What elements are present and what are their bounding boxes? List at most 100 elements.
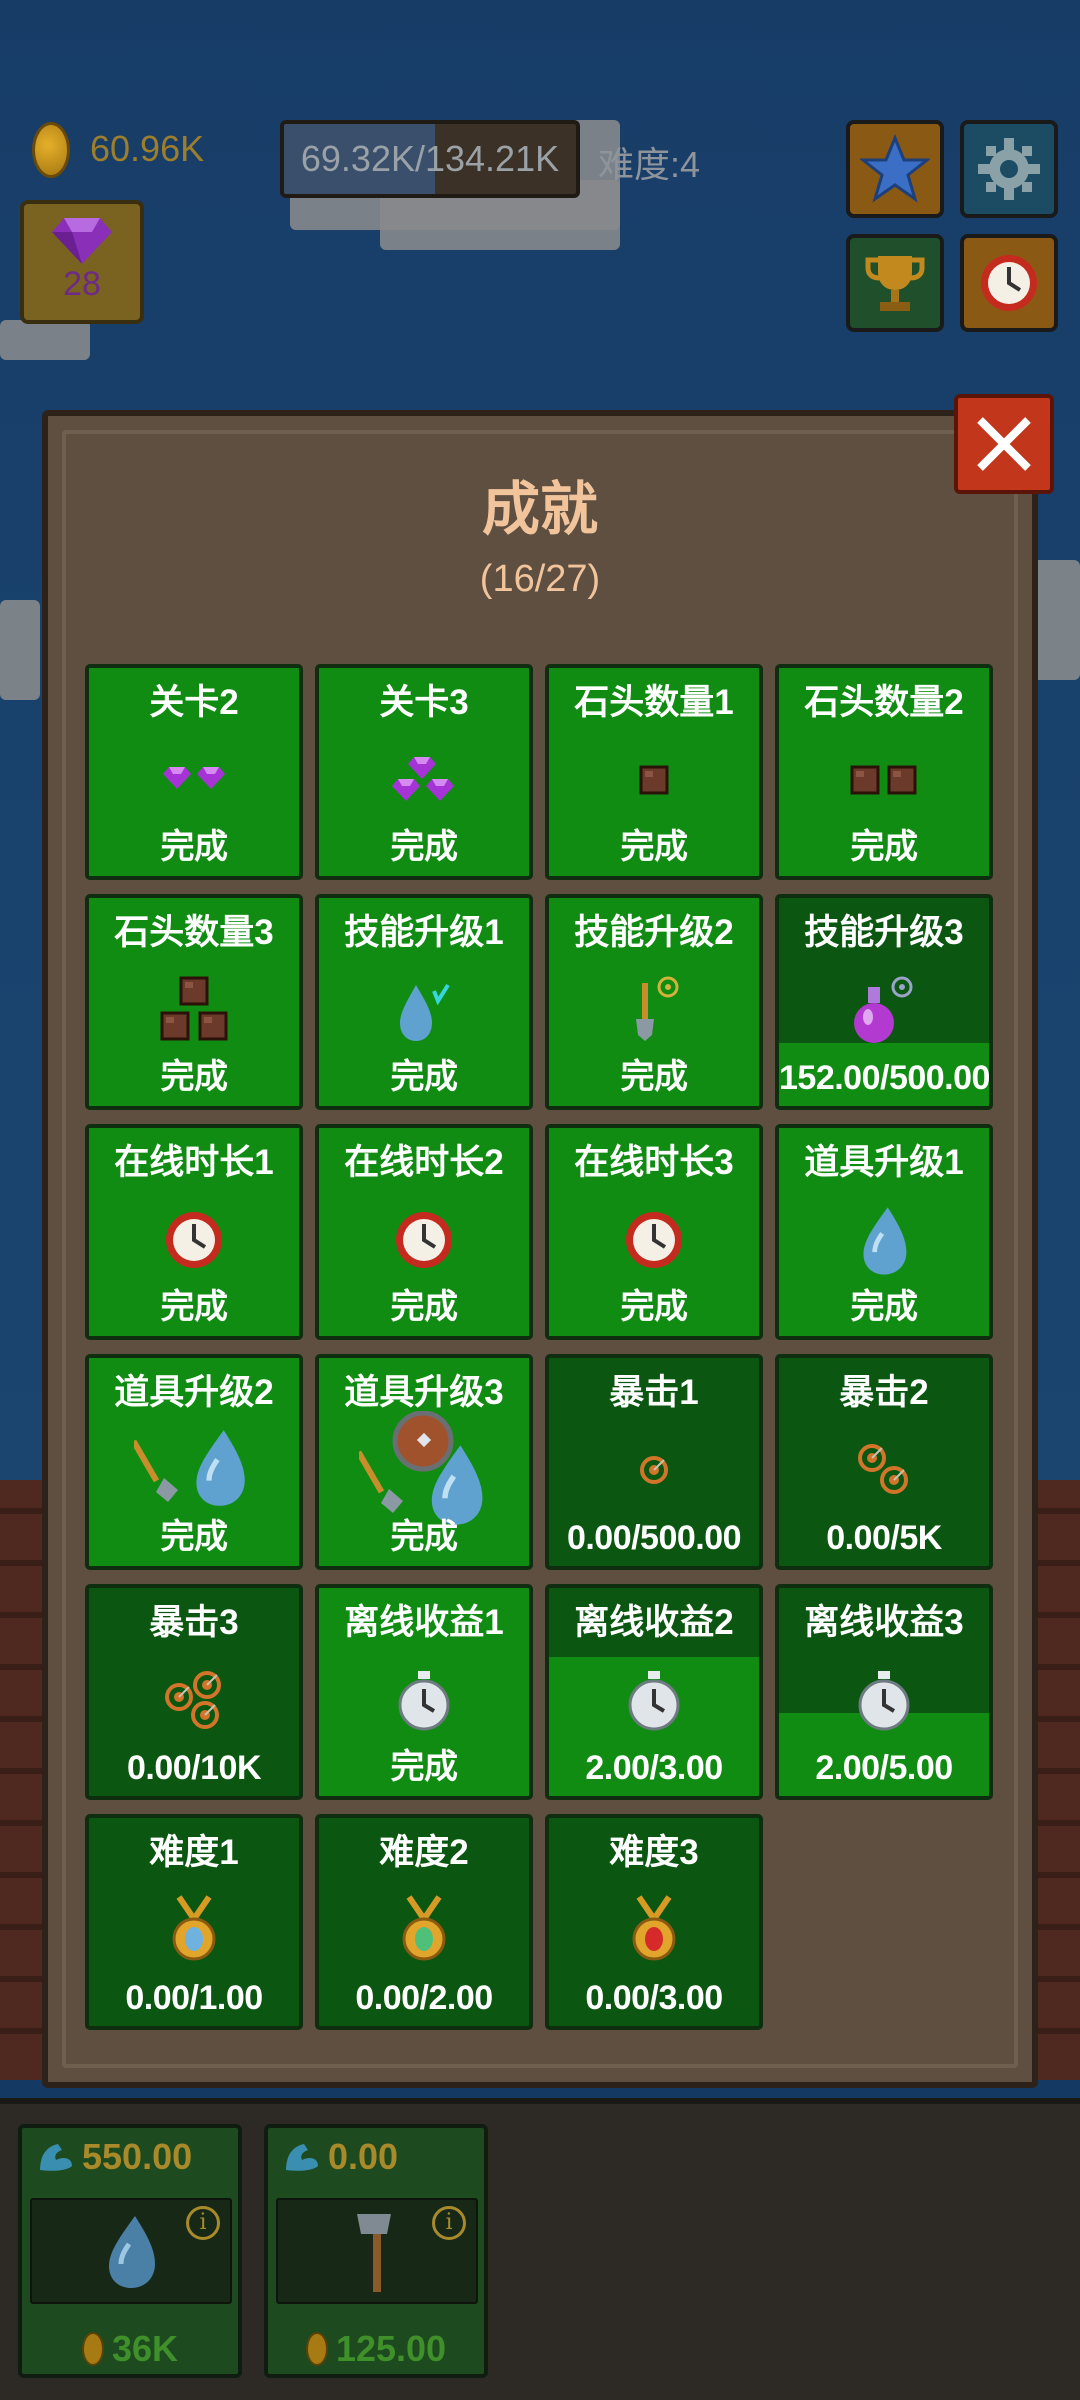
three-gems-icon xyxy=(319,734,529,826)
achievement-name: 难度2 xyxy=(379,1833,469,1872)
achievement-name: 在线时长3 xyxy=(574,1143,734,1182)
achievement-card[interactable]: 道具升级3 完成 xyxy=(315,1354,533,1570)
achievement-card[interactable]: 离线收益1 完成 xyxy=(315,1584,533,1800)
achievement-status: 0.00/500.00 xyxy=(566,1519,742,1557)
water-drop-icon xyxy=(109,2216,155,2288)
three-targets-icon xyxy=(89,1654,299,1746)
level-progress-bar: 69.32K/134.21K xyxy=(280,120,580,198)
trophy-icon xyxy=(865,256,925,311)
clock-icon xyxy=(319,1194,529,1286)
target-icon xyxy=(549,1424,759,1516)
stopwatch-icon xyxy=(319,1654,529,1746)
achievement-name: 石头数量1 xyxy=(574,683,734,722)
coin-icon xyxy=(305,2332,328,2366)
achievement-status: 完成 xyxy=(160,828,229,866)
stopwatch-icon xyxy=(549,1654,759,1746)
achievement-card[interactable]: 技能升级1 完成 xyxy=(315,894,533,1110)
timer-button[interactable] xyxy=(960,234,1058,332)
achievement-status: 完成 xyxy=(390,828,459,866)
tool-slot: i xyxy=(30,2198,232,2304)
two-stones-icon xyxy=(779,734,989,826)
info-icon[interactable]: i xyxy=(186,2206,220,2240)
achievement-status: 完成 xyxy=(390,1058,459,1096)
achievement-name: 道具升级1 xyxy=(804,1143,964,1182)
achievement-status: 0.00/1.00 xyxy=(125,1979,263,2017)
gem-counter[interactable]: 28 xyxy=(20,200,144,324)
difficulty-label: 难度:4 xyxy=(598,144,701,185)
achievement-status: 完成 xyxy=(390,1518,459,1556)
achievement-card[interactable]: 道具升级1 完成 xyxy=(775,1124,993,1340)
achievement-card[interactable]: 暴击1 0.00/500.00 xyxy=(545,1354,763,1570)
achievements-button[interactable] xyxy=(846,234,944,332)
favorites-button[interactable] xyxy=(846,120,944,218)
gem-icon xyxy=(52,218,112,264)
achievement-status: 2.00/5.00 xyxy=(815,1749,953,1787)
achievement-name: 技能升级2 xyxy=(574,913,734,952)
tool-cost: 36K xyxy=(22,2328,238,2370)
achievement-name: 难度1 xyxy=(149,1833,239,1872)
achievement-name: 技能升级3 xyxy=(804,913,964,952)
achievement-status: 完成 xyxy=(160,1518,229,1556)
achievement-card[interactable]: 石头数量1 完成 xyxy=(545,664,763,880)
tool-cost: 125.00 xyxy=(268,2328,484,2370)
shovel-skill-icon xyxy=(549,964,759,1056)
clock-icon xyxy=(549,1194,759,1286)
achievement-card[interactable]: 离线收益3 2.00/5.00 xyxy=(775,1584,993,1800)
achievement-card[interactable]: 关卡3 完成 xyxy=(315,664,533,880)
achievement-name: 在线时长2 xyxy=(344,1143,504,1182)
power-arm-icon xyxy=(40,2144,72,2171)
achievement-card[interactable]: 技能升级2 完成 xyxy=(545,894,763,1110)
achievement-status: 完成 xyxy=(620,1288,689,1326)
tool-power: 0.00 xyxy=(282,2136,398,2178)
achievement-status: 0.00/3.00 xyxy=(585,1979,723,2017)
stopwatch-icon xyxy=(779,1654,989,1746)
achievement-status: 完成 xyxy=(390,1288,459,1326)
power-arm-icon xyxy=(286,2144,318,2171)
achievement-name: 在线时长1 xyxy=(114,1143,274,1182)
achievement-card[interactable]: 在线时长1 完成 xyxy=(85,1124,303,1340)
achievement-card[interactable]: 难度2 0.00/2.00 xyxy=(315,1814,533,2030)
achievement-card[interactable]: 难度1 0.00/1.00 xyxy=(85,1814,303,2030)
achievement-status: 0.00/5K xyxy=(826,1519,942,1557)
shovel-and-drop-icon xyxy=(89,1424,299,1516)
axe-icon xyxy=(357,2214,391,2292)
two-gems-icon xyxy=(89,734,299,826)
achievement-status: 152.00/500.00 xyxy=(779,1059,990,1097)
achievement-name: 离线收益1 xyxy=(344,1603,504,1642)
tool-power-value: 0.00 xyxy=(328,2136,399,2177)
achievement-card[interactable]: 暴击2 0.00/5K xyxy=(775,1354,993,1570)
achievement-card[interactable]: 在线时长2 完成 xyxy=(315,1124,533,1340)
achievement-name: 关卡3 xyxy=(379,683,469,722)
achievement-name: 石头数量2 xyxy=(804,683,964,722)
achievement-card[interactable]: 石头数量2 完成 xyxy=(775,664,993,880)
achievement-status: 完成 xyxy=(160,1288,229,1326)
achievement-status: 0.00/10K xyxy=(127,1749,262,1787)
achievement-count: (16/27) xyxy=(479,558,601,600)
gear-icon xyxy=(978,138,1040,200)
potion-icon xyxy=(779,964,989,1056)
achievement-card[interactable]: 在线时长3 完成 xyxy=(545,1124,763,1340)
tool-card-water[interactable]: 550.00 i 36K xyxy=(18,2124,242,2378)
achievement-card[interactable]: 关卡2 完成 xyxy=(85,664,303,880)
achievement-card[interactable]: 技能升级3 152.00/500.00 xyxy=(775,894,993,1110)
red-medal-icon xyxy=(549,1884,759,1976)
green-medal-icon xyxy=(319,1884,529,1976)
achievement-card[interactable]: 难度3 0.00/3.00 xyxy=(545,1814,763,2030)
one-stone-icon xyxy=(549,734,759,826)
tool-card-axe[interactable]: 0.00 i 125.00 xyxy=(264,2124,488,2378)
achievement-card[interactable]: 暴击3 0.00/10K xyxy=(85,1584,303,1800)
achievement-name: 暴击1 xyxy=(609,1373,699,1412)
settings-button[interactable] xyxy=(960,120,1058,218)
clock-icon xyxy=(981,255,1037,311)
coin-balance: 60.96K xyxy=(90,128,205,169)
info-icon[interactable]: i xyxy=(432,2206,466,2240)
achievement-card[interactable]: 离线收益2 2.00/3.00 xyxy=(545,1584,763,1800)
achievement-status: 完成 xyxy=(620,828,689,866)
coin-icon xyxy=(81,2332,104,2366)
achievement-card[interactable]: 道具升级2 完成 xyxy=(85,1354,303,1570)
water-drop-icon xyxy=(779,1194,989,1286)
three-stones-icon xyxy=(89,964,299,1056)
achievement-status: 2.00/3.00 xyxy=(585,1749,723,1787)
achievement-card[interactable]: 石头数量3 完成 xyxy=(85,894,303,1110)
achievement-status: 完成 xyxy=(160,1058,229,1096)
